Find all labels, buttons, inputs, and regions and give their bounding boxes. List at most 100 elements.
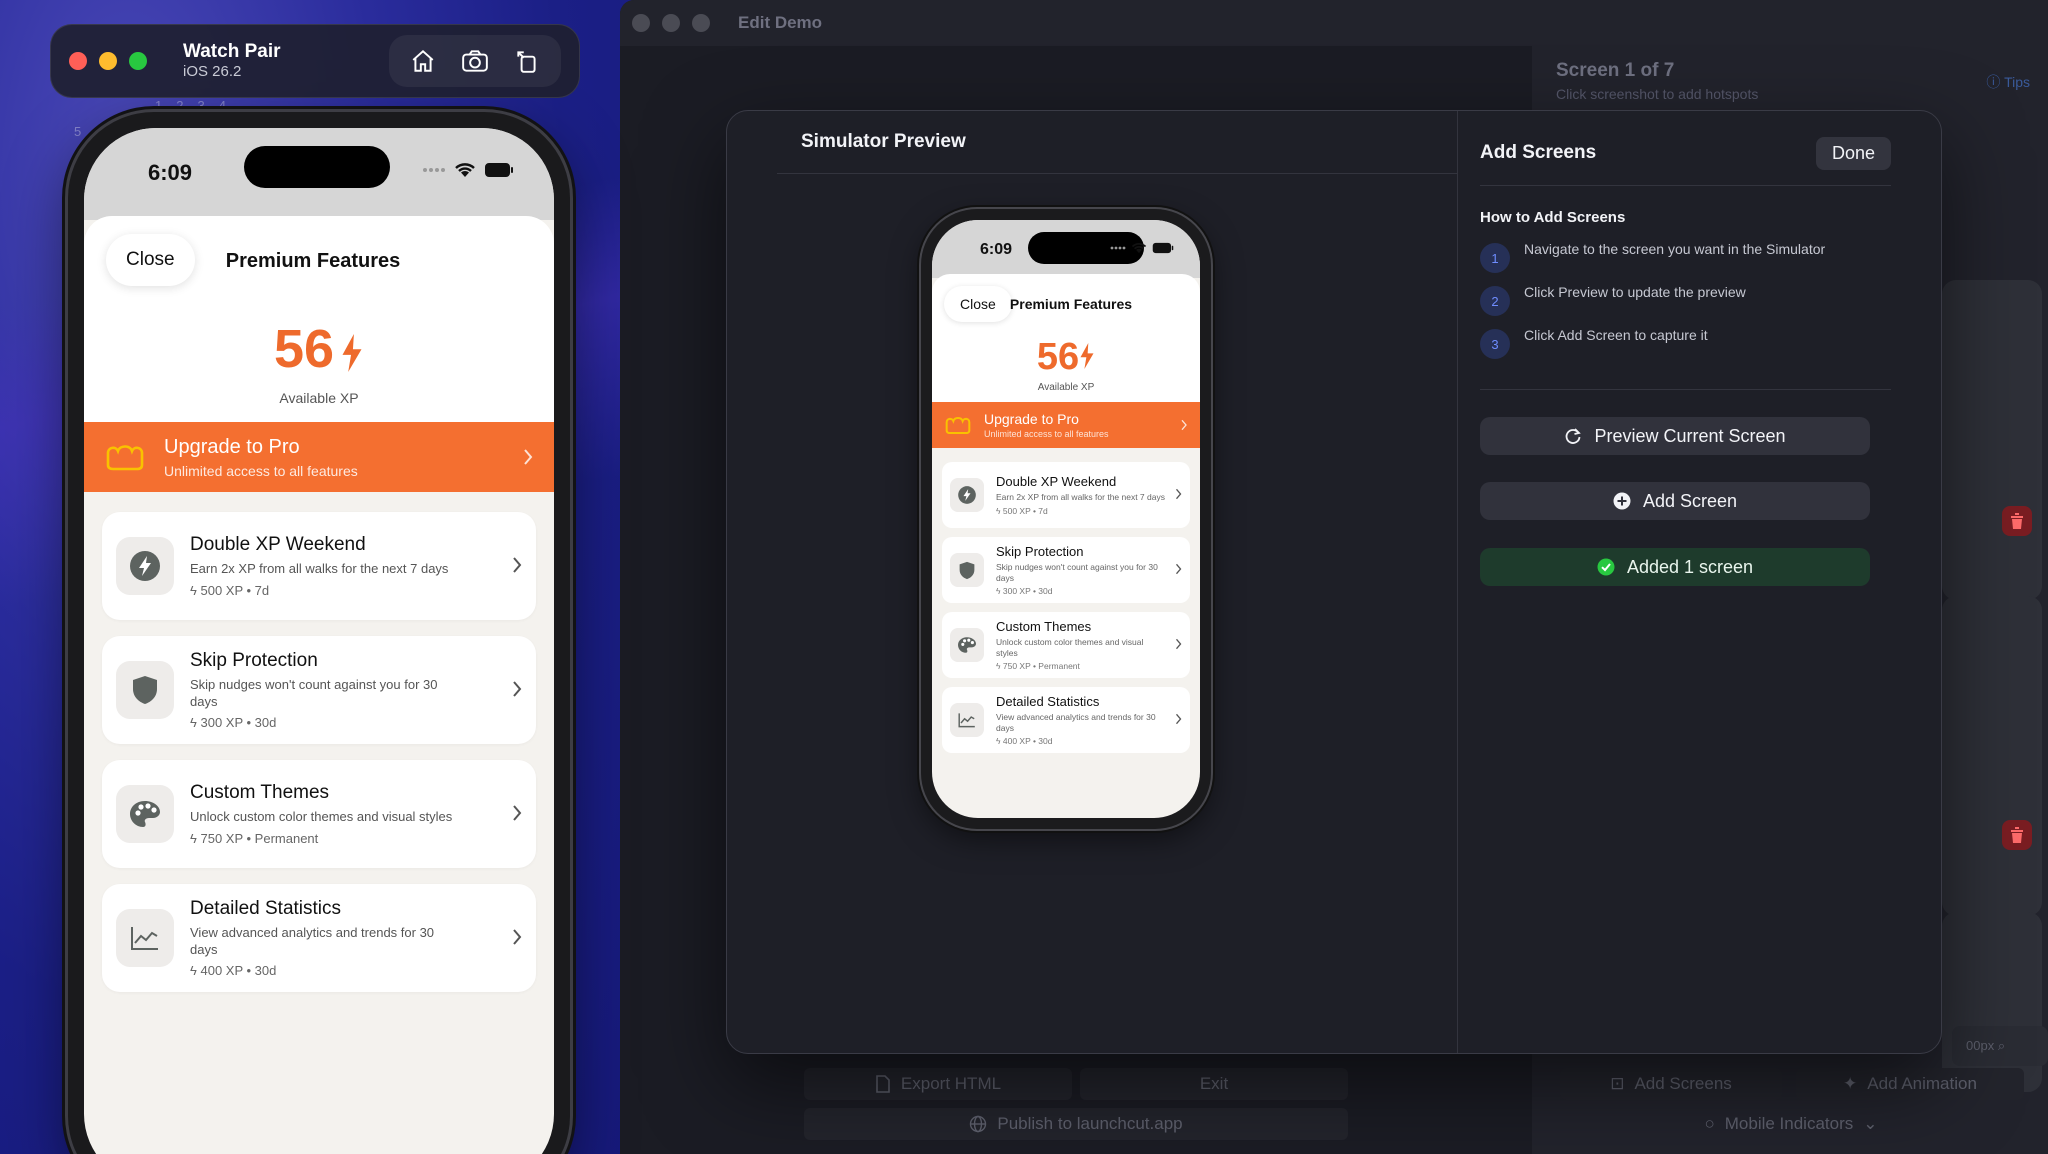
- zoom-control[interactable]: 00px ⌕: [1952, 1026, 2048, 1066]
- add-animation-button[interactable]: ✦ Add Animation: [1796, 1068, 2024, 1100]
- feature-meta: ϟ 300 XP • 30d: [996, 585, 1053, 596]
- ghost-side-number: 5: [74, 124, 82, 139]
- add-screen-button[interactable]: Add Screen: [1480, 482, 1870, 520]
- feature-card[interactable]: Custom Themes Unlock custom color themes…: [102, 760, 536, 868]
- feature-meta: ϟ 300 XP • 30d: [190, 714, 277, 730]
- feature-meta: ϟ 500 XP • 7d: [190, 582, 270, 598]
- feature-list: Double XP Weekend Earn 2x XP from all wa…: [942, 462, 1190, 762]
- camera-icon: [462, 50, 488, 72]
- step-text: Navigate to the screen you want in the S…: [1524, 241, 1826, 257]
- sheet-title: Premium Features: [225, 250, 401, 272]
- upgrade-banner[interactable]: Upgrade to Pro Unlimited access to all f…: [84, 422, 554, 492]
- bolt-icon: [958, 486, 976, 504]
- feature-meta: ϟ 750 XP • Permanent: [190, 830, 319, 846]
- mobile-indicators-toggle[interactable]: ○ Mobile Indicators ⌄: [1676, 1108, 1906, 1140]
- crown-icon: [106, 445, 144, 471]
- add-screens-button[interactable]: ⊡ Add Screens: [1560, 1068, 1782, 1100]
- feature-meta: ϟ 400 XP • 30d: [996, 735, 1053, 746]
- feature-icon-box: [116, 909, 174, 967]
- cellular-icon: [423, 168, 445, 172]
- device-name: Watch Pair: [183, 41, 281, 63]
- xp-label: Available XP: [1037, 382, 1095, 393]
- feature-card[interactable]: Skip Protection Skip nudges won't count …: [102, 636, 536, 744]
- cellular-icon: [1110, 246, 1126, 250]
- screen-hint: Click screenshot to add hotspots: [1556, 86, 1759, 102]
- sparkle-icon: ✦: [1843, 1074, 1858, 1093]
- done-button[interactable]: Done: [1815, 136, 1891, 170]
- shield-icon: [133, 676, 157, 704]
- premium-header: Close Premium Features 56 Available XP: [84, 216, 554, 422]
- delete-screen-button[interactable]: [2002, 820, 2032, 850]
- preview-title: Simulator Preview: [801, 131, 966, 152]
- screen-thumbnail[interactable]: [1942, 280, 2042, 600]
- xp-value: 56: [1036, 336, 1080, 378]
- info-icon: ⓘ: [1986, 74, 2001, 90]
- bolt-icon: [342, 333, 362, 372]
- rotate-button[interactable]: [503, 41, 551, 81]
- step-number: 2: [1480, 286, 1510, 316]
- step-text: Click Preview to update the preview: [1524, 284, 1746, 300]
- phone-screen: 6:09 Close Premium Features 56 Available…: [84, 128, 554, 1154]
- feature-description: Earn 2x XP from all walks for the next 7…: [190, 561, 449, 577]
- feature-icon-box: [116, 661, 174, 719]
- step-number: 3: [1480, 329, 1510, 359]
- home-button[interactable]: [399, 41, 447, 81]
- howto-heading: How to Add Screens: [1480, 209, 1626, 226]
- chevron-right-icon: [1175, 488, 1182, 500]
- zoom-window-button[interactable]: [129, 52, 147, 70]
- home-icon: [412, 49, 434, 72]
- chevron-right-icon: [1175, 638, 1182, 650]
- export-html-button[interactable]: Export HTML: [804, 1068, 1072, 1100]
- checkmark-circle-icon: [1597, 558, 1615, 576]
- screen-indicator: Screen 1 of 7 Click screenshot to add ho…: [1556, 60, 1758, 102]
- upgrade-title: Upgrade to Pro: [164, 435, 300, 458]
- screenshot-button[interactable]: [451, 41, 499, 81]
- xp-display: 56: [932, 336, 1200, 379]
- feature-description: Unlock custom color themes and visual st…: [190, 809, 453, 825]
- chart-icon: [958, 713, 975, 728]
- premium-header: Close Premium Features 56 Available XP: [932, 274, 1200, 402]
- minimize-window-button[interactable]: [662, 14, 680, 32]
- feature-list: Double XP Weekend Earn 2x XP from all wa…: [102, 512, 536, 1008]
- feature-card[interactable]: Double XP Weekend Earn 2x XP from all wa…: [102, 512, 536, 620]
- chevron-right-icon: [513, 929, 522, 945]
- pane-header: Add Screens Done: [1480, 133, 1891, 173]
- chart-icon: [131, 927, 158, 950]
- feature-description: Skip nudges won't count against you for …: [996, 562, 1158, 583]
- exit-button[interactable]: Exit: [1080, 1068, 1348, 1100]
- bolt-icon: [1080, 343, 1094, 369]
- feature-card: Detailed Statistics View advanced analyt…: [942, 687, 1190, 753]
- feature-icon-box: [950, 703, 984, 737]
- feature-card[interactable]: Detailed Statistics View advanced analyt…: [102, 884, 536, 992]
- chevron-right-icon: [1181, 419, 1187, 431]
- step-number: 1: [1480, 243, 1510, 273]
- feature-description: View advanced analytics and trends for 3…: [190, 925, 435, 957]
- status-icons: [1110, 242, 1174, 254]
- feature-title: Double XP Weekend: [190, 534, 366, 556]
- minimize-window-button[interactable]: [99, 52, 117, 70]
- feature-card: Skip Protection Skip nudges won't count …: [942, 537, 1190, 603]
- publish-button[interactable]: Publish to launchcut.app: [804, 1108, 1348, 1140]
- chevron-down-icon: ⌄: [1863, 1114, 1878, 1133]
- feature-title: Custom Themes: [190, 782, 330, 804]
- preview-current-screen-button[interactable]: Preview Current Screen: [1480, 417, 1870, 455]
- status-bar: 6:09: [84, 128, 554, 220]
- feature-card: Custom Themes Unlock custom color themes…: [942, 612, 1190, 678]
- feature-description: Skip nudges won't count against you for …: [190, 677, 438, 709]
- delete-screen-button[interactable]: [2002, 506, 2032, 536]
- screen-thumbnail[interactable]: [1942, 596, 2042, 916]
- status-time: 6:09: [980, 241, 1013, 258]
- tips-link[interactable]: ⓘ Tips: [1986, 72, 2030, 92]
- close-window-button[interactable]: [69, 52, 87, 70]
- add-screens-modal: Simulator Preview 6:09 Close Premium Fea…: [726, 110, 1942, 1054]
- window-controls: [69, 52, 147, 70]
- feature-description: Earn 2x XP from all walks for the next 7…: [996, 492, 1165, 503]
- step-text: Click Add Screen to capture it: [1524, 327, 1708, 343]
- zoom-window-button[interactable]: [692, 14, 710, 32]
- instruction-step: 3 Click Add Screen to capture it: [1480, 327, 1708, 359]
- divider: [777, 173, 1457, 174]
- palette-icon: [958, 637, 976, 653]
- radio-icon: ○: [1704, 1114, 1715, 1133]
- close-window-button[interactable]: [632, 14, 650, 32]
- document-icon: [876, 1075, 890, 1093]
